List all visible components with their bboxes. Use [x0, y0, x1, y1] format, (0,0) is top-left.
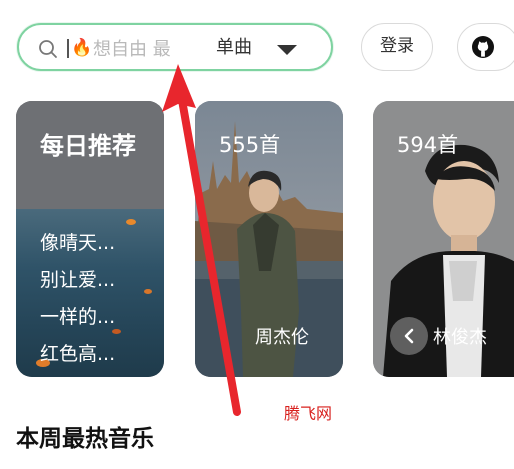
- search-type-select[interactable]: 单曲: [216, 36, 252, 60]
- daily-recommend-card[interactable]: 每日推荐 像晴天... 别让爱... 一样的... 红色高...: [16, 101, 164, 377]
- artist-card-jay[interactable]: 555首 周杰伦: [195, 101, 343, 377]
- chevron-left-icon: [404, 328, 414, 344]
- track-count: 594首: [397, 133, 459, 157]
- fish-decoration: [126, 219, 136, 225]
- chevron-down-icon[interactable]: [277, 45, 297, 55]
- login-button[interactable]: 登录: [361, 23, 433, 71]
- watermark: 腾飞网: [284, 404, 333, 423]
- github-icon: [472, 36, 494, 58]
- search-input[interactable]: [93, 37, 191, 61]
- daily-song-item[interactable]: 像晴天...: [40, 225, 115, 262]
- track-count: 555首: [219, 133, 281, 157]
- daily-recommend-title: 每日推荐: [40, 132, 136, 160]
- artist-name: 林俊杰: [433, 327, 487, 348]
- github-button[interactable]: [457, 23, 514, 71]
- search-box[interactable]: 🔥 单曲: [17, 23, 333, 71]
- daily-song-item[interactable]: 别让爱...: [40, 262, 115, 299]
- carousel-prev-button[interactable]: [390, 317, 428, 355]
- daily-song-item[interactable]: 红色高...: [40, 336, 115, 373]
- daily-song-list: 像晴天... 别让爱... 一样的... 红色高...: [40, 225, 115, 373]
- fire-icon: 🔥: [71, 38, 93, 58]
- artist-name: 周杰伦: [255, 327, 309, 348]
- search-icon: [39, 40, 57, 58]
- section-title: 本周最热音乐: [16, 426, 154, 452]
- fish-decoration: [144, 289, 152, 294]
- text-caret: [67, 39, 69, 58]
- daily-song-item[interactable]: 一样的...: [40, 299, 115, 336]
